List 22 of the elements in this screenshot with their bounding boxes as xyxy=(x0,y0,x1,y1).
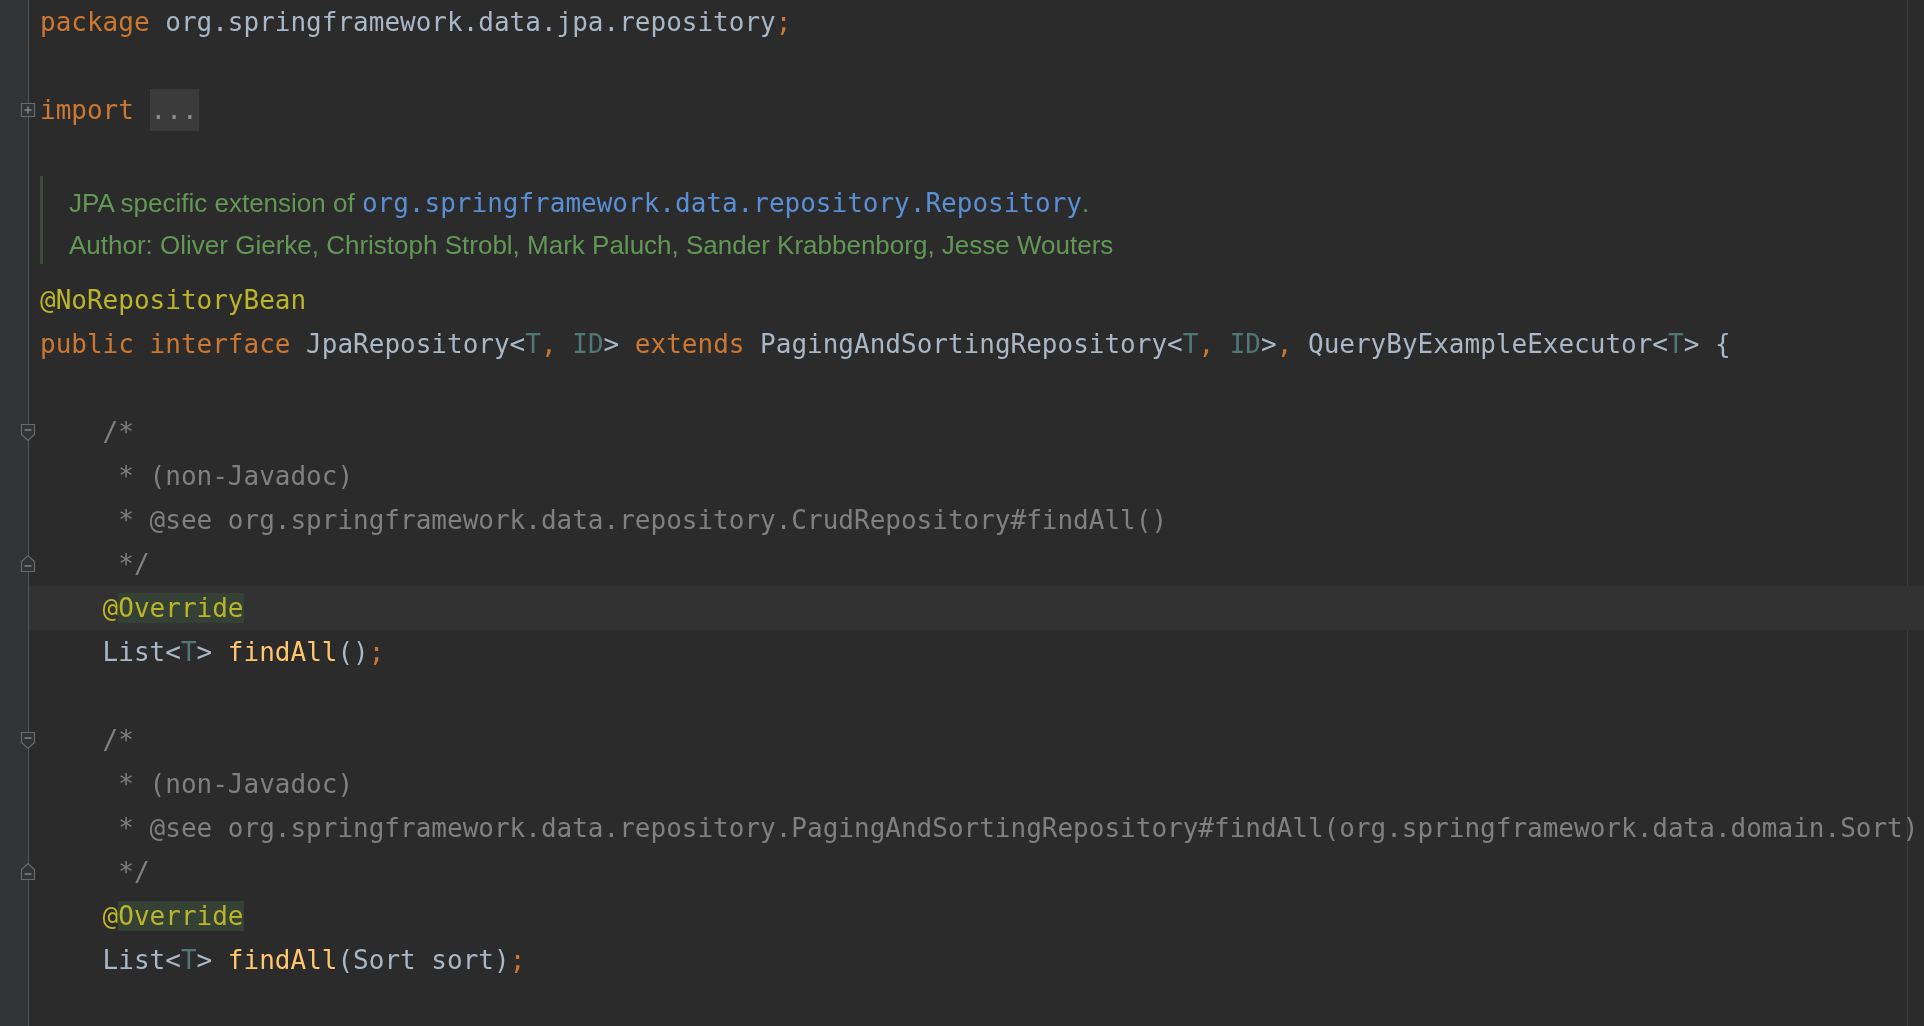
code-line: */ xyxy=(117,548,150,581)
code-keyword: import xyxy=(40,95,135,125)
code-line: public interface JpaRepository<T, ID> extends PagingAndSortingRepository<T, ID>, QueryByExampleExecutor<T> { xyxy=(40,328,1731,361)
code-line: /* xyxy=(101,724,134,757)
code-line: @Override xyxy=(101,592,244,625)
code-line: */ xyxy=(117,856,150,889)
doc-comment-text: JPA specific extension of org.springframework.data.repository.Repository. xyxy=(69,187,1091,220)
code-line: List<T> findAll(); xyxy=(101,636,385,669)
folded-code-placeholder[interactable]: ... xyxy=(149,89,199,131)
collapse-icon[interactable] xyxy=(19,729,37,751)
code-line: * (non-Javadoc) xyxy=(117,460,354,493)
code-line: List<T> findAll(Sort sort); xyxy=(101,944,526,977)
code-line: @Override xyxy=(101,900,244,933)
code-line: /* xyxy=(101,416,134,449)
doc-comment-text: Author: Oliver Gierke, Christoph Strobl, Mark Paluch, Sander Krabbenborg, Jesse Wouters xyxy=(69,229,1114,262)
code-line: * @see org.springframework.data.repository.PagingAndSortingRepository#findAll(org.springframework.data.domain.Sort) xyxy=(117,812,1919,845)
code-line: * @see org.springframework.data.repository.CrudRepository#findAll() xyxy=(117,504,1168,537)
collapse-icon[interactable] xyxy=(19,421,37,443)
code-line: @NoRepositoryBean xyxy=(40,284,307,317)
doc-link[interactable]: org.springframework.data.repository.Repository xyxy=(361,188,1082,218)
code-line: package org.springframework.data.jpa.repository; xyxy=(40,6,792,39)
code-line: * (non-Javadoc) xyxy=(117,768,354,801)
